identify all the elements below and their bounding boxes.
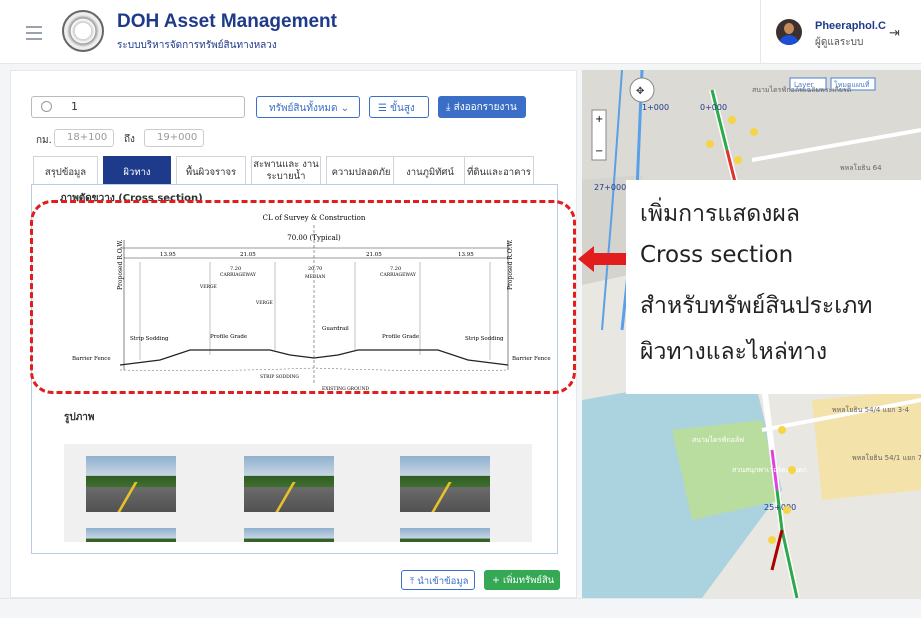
km-to-input[interactable]: 19+000 xyxy=(144,129,204,147)
divider xyxy=(760,0,761,64)
tab-pavement[interactable]: ผิวทาง xyxy=(103,156,171,184)
road-photo[interactable] xyxy=(400,456,490,512)
callout-line-1: เพิ่มการแสดงผล xyxy=(640,201,800,227)
zoom-in-icon: + xyxy=(595,114,603,125)
km-marker: 0+000 xyxy=(700,103,727,112)
map-label: พหลโยธิน 54/1 แยก 7-1 xyxy=(852,453,921,462)
map-label: สนามไดรฟ์กอล์ฟเฉลิมพระเกียรติ xyxy=(752,85,852,94)
tab-traffic-surface[interactable]: พื้นผิวจราจร xyxy=(176,156,246,184)
tab-land-building[interactable]: ที่ดินและอาคาร xyxy=(464,156,534,184)
plus-icon: + xyxy=(492,575,500,586)
km-marker: 1+000 xyxy=(642,103,669,112)
menu-icon[interactable] xyxy=(26,26,42,44)
tab-landscape[interactable]: งานภูมิทัศน์ xyxy=(393,156,467,184)
avatar[interactable] xyxy=(776,19,802,45)
km-label: กม. xyxy=(36,135,52,146)
map-label: พหลโยธิน 64 xyxy=(840,163,882,172)
road-photo[interactable] xyxy=(244,456,334,512)
feature-callout: เพิ่มการแสดงผล Cross section สำหรับทรัพย… xyxy=(626,180,921,394)
map-label: สนามไดรฟ์กอล์ฟ xyxy=(692,435,744,444)
app-title: DOH Asset Management xyxy=(117,11,337,32)
arrow-icon xyxy=(578,246,626,272)
road-photo[interactable] xyxy=(86,528,176,542)
add-asset-button[interactable]: + เพิ่มทรัพย์สิน xyxy=(484,570,560,590)
footer-bar xyxy=(0,598,921,618)
import-data-button[interactable]: ⤒ นำเข้าข้อมูล xyxy=(401,570,475,590)
tab-safety[interactable]: ความปลอดภัย xyxy=(326,156,396,184)
chevron-down-icon: ⌄ xyxy=(340,103,350,114)
km-marker: 25+000 xyxy=(764,503,796,512)
search-input[interactable]: 1 xyxy=(31,96,245,118)
km-from-input[interactable]: 18+100 xyxy=(54,129,114,147)
road-photo[interactable] xyxy=(244,528,334,542)
filter-icon: ☰ xyxy=(378,103,387,114)
user-role: ผู้ดูแลระบบ xyxy=(815,37,864,48)
tab-summary[interactable]: สรุปข้อมูล xyxy=(33,156,98,184)
advanced-filter-button[interactable]: ☰ ขั้นสูง xyxy=(369,96,429,118)
callout-line-4: ผิวทางและไหล่ทาง xyxy=(640,339,828,365)
download-icon: ⤓ xyxy=(446,102,451,113)
export-report-button[interactable]: ⤓ ส่งออกรายงาน xyxy=(438,96,526,118)
highlight-box xyxy=(30,200,576,394)
map-label: พหลโยธิน 54/4 แยก 3-4 xyxy=(832,405,910,414)
logout-icon[interactable]: ⇥ xyxy=(889,26,900,41)
user-name: Pheeraphol.C xyxy=(815,20,886,32)
callout-line-2: Cross section xyxy=(640,242,794,268)
doh-logo xyxy=(62,10,104,52)
search-value: 1 xyxy=(71,100,78,113)
km-marker: 27+000 xyxy=(594,183,626,192)
top-bar: DOH Asset Management ระบบบริหารจัดการทรั… xyxy=(0,0,921,64)
app-subtitle: ระบบบริหารจัดการทรัพย์สินทางหลวง xyxy=(117,40,277,51)
tab-bridge-drainage[interactable]: สะพานและ งานระบายน้ำ xyxy=(251,156,321,184)
pan-control-icon: ✥ xyxy=(636,86,644,97)
upload-icon: ⤒ xyxy=(410,576,415,587)
callout-line-3: สำหรับทรัพย์สินประเภท xyxy=(640,293,873,319)
asset-type-select[interactable]: ทรัพย์สินทั้งหมด ⌄ xyxy=(256,96,360,118)
road-photo[interactable] xyxy=(86,456,176,512)
zoom-out-icon: − xyxy=(595,146,603,157)
km-to-label: ถึง xyxy=(124,134,135,145)
photos-title: รูปภาพ xyxy=(64,412,95,423)
search-icon xyxy=(41,101,52,112)
road-photo[interactable] xyxy=(400,528,490,542)
photo-gallery xyxy=(64,444,532,542)
